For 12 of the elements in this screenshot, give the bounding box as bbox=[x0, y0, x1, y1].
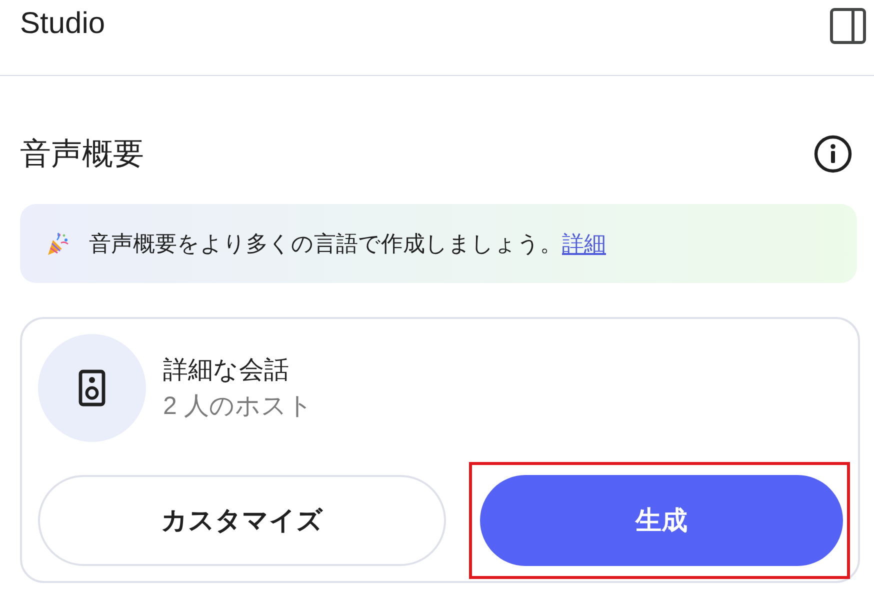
section-title: 音声概要 bbox=[20, 136, 144, 172]
party-popper-icon bbox=[47, 232, 69, 256]
info-icon[interactable] bbox=[814, 135, 852, 173]
customize-button[interactable]: カスタマイズ bbox=[38, 475, 446, 566]
generate-button[interactable]: 生成 bbox=[480, 475, 843, 566]
speaker-icon bbox=[38, 334, 146, 442]
panel-title: Studio bbox=[20, 6, 106, 42]
banner-message: 音声概要をより多くの言語で作成しましょう。詳細 bbox=[89, 230, 606, 258]
side-panel-icon[interactable] bbox=[830, 8, 866, 44]
format-title: 詳細な会話 bbox=[163, 355, 290, 386]
format-subtitle: 2 人のホスト bbox=[163, 391, 313, 422]
details-link[interactable]: 詳細 bbox=[562, 230, 606, 256]
